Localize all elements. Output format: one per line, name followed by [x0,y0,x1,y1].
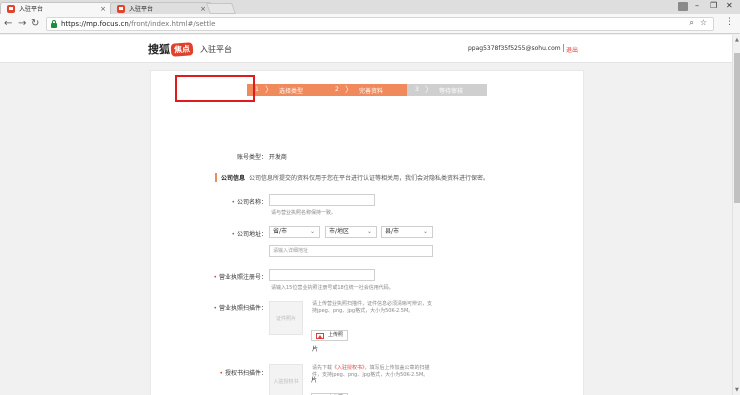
browser-menu-icon[interactable]: ⋮ [725,17,734,27]
zoom-icon[interactable]: ⌕ [689,18,693,28]
page-body: 搜狐 焦点 入驻平台 ppag5378f35f5255@sohu.com 退出 … [0,35,732,395]
auth-scan-preview: 入驻授权书 [269,364,303,395]
close-tab-icon[interactable]: × [200,5,206,13]
step-await-review: 3 〉 等待审核 [407,84,487,96]
license-no-label: • 营业执照注册号： [213,274,267,281]
account-type: 账号类型： 开发商 [237,154,287,161]
upload-suffix: 片 [312,346,319,353]
address-detail-input[interactable]: 请输入详细地址 [269,245,433,257]
province-select[interactable]: 省/市 ⌄ [269,226,320,238]
site-logo[interactable]: 搜狐 焦点 入驻平台 [148,41,232,57]
step-select-type: 1 〉 选择类型 [247,84,327,96]
company-name-label: • 公司名称： [231,199,267,206]
url-bar[interactable]: https://mp.focus.cn /front/index.html#/s… [46,17,714,31]
browser-tab[interactable]: 入驻平台 × [110,2,212,14]
window-close-icon[interactable]: ✕ [726,1,733,10]
back-arrow-icon[interactable]: ← [4,17,12,31]
section-title: 公司信息 [215,173,245,182]
company-name-hint: 请与营业执照名称保持一致。 [271,210,337,216]
browser-tab-bar: 入驻平台 × 入驻平台 × – ❐ ✕ [0,0,740,14]
divider [563,44,564,52]
license-upload-button[interactable]: 上传照 [311,330,349,341]
profile-icon[interactable] [678,2,688,11]
user-email: ppag5378f35f5255@sohu.com [468,45,561,52]
scroll-down-arrow-icon[interactable]: ▼ [735,387,739,393]
bookmark-star-icon[interactable]: ☆ [700,18,707,28]
chevron-down-icon: ⌄ [422,228,428,235]
chevron-right-icon: 〉 [345,85,353,94]
scroll-up-arrow-icon[interactable]: ▲ [735,37,739,43]
step-complete-info: 2 〉 完善资料 [327,84,407,96]
forward-arrow-icon[interactable]: → [18,17,26,31]
reload-icon[interactable]: ↻ [31,17,39,31]
logout-link[interactable]: 退出 [566,45,578,54]
platform-title: 入驻平台 [200,44,232,54]
page-scrollbar[interactable]: ▲ ▼ [732,35,740,395]
chevron-down-icon: ⌄ [309,228,315,235]
license-scan-preview: 证件照片 [269,301,303,335]
lock-icon [51,19,57,28]
chevron-right-icon: 〉 [425,85,433,94]
close-tab-icon[interactable]: × [100,5,106,13]
logo-brand: 搜狐 [148,43,170,56]
county-select[interactable]: 县/市 ⌄ [381,226,433,238]
current-step-highlight [175,75,255,102]
settle-form-panel: 1 〉 选择类型 2 〉 完善资料 3 〉 等待审核 账号类型： 开发商 公司信… [150,70,584,395]
new-tab-button[interactable] [205,3,237,14]
chevron-right-icon: 〉 [265,85,273,94]
tab-title: 入驻平台 [129,6,154,13]
minimize-icon[interactable]: – [695,1,699,10]
city-select[interactable]: 市/地区 ⌄ [325,226,377,238]
site-favicon-icon [7,4,15,13]
site-favicon-icon [117,4,125,13]
progress-steps: 1 〉 选择类型 2 〉 完善资料 3 〉 等待审核 [247,84,487,96]
browser-tab-active[interactable]: 入驻平台 × [0,2,112,14]
address-toolbar: ← → ↻ https://mp.focus.cn /front/index.h… [0,14,740,34]
site-header: 搜狐 焦点 入驻平台 ppag5378f35f5255@sohu.com 退出 [0,35,732,63]
chevron-down-icon: ⌄ [366,228,372,235]
url-path: /front/index.html#/settle [128,20,216,28]
license-scan-hint: 请上传营业执照扫描件，证件信息必须清晰可辨识，支持jpeg、png、jpg格式，… [312,301,433,314]
maximize-icon[interactable]: ❐ [710,1,717,10]
license-no-hint: 请输入15位营业执照注册号或18位统一社会信用代码。 [271,285,394,291]
auth-scan-hint: 请先下载《入驻授权书》，填写后上传加盖公章的扫描件，支持jpeg、png、jpg… [312,365,430,378]
image-icon [316,333,324,339]
tab-title: 入驻平台 [19,6,44,13]
company-name-input[interactable] [269,194,375,206]
logo-badge: 焦点 [170,41,194,57]
auth-scan-label: • 授权书扫描件： [219,370,267,377]
license-scan-label: • 营业执照扫描件： [213,305,267,312]
section-description: 公司信息所提交的资料仅用于您在平台进行认证等相关用，我们会对隐私类资料进行保密。 [249,175,490,182]
auth-template-link[interactable]: 《入驻授权书》 [332,365,365,371]
upload-suffix: 片 [311,377,318,384]
license-no-input[interactable] [269,269,375,281]
url-host: https://mp.focus.cn [61,20,129,28]
scrollbar-thumb[interactable] [734,53,740,203]
address-label: • 公司地址： [231,231,267,238]
